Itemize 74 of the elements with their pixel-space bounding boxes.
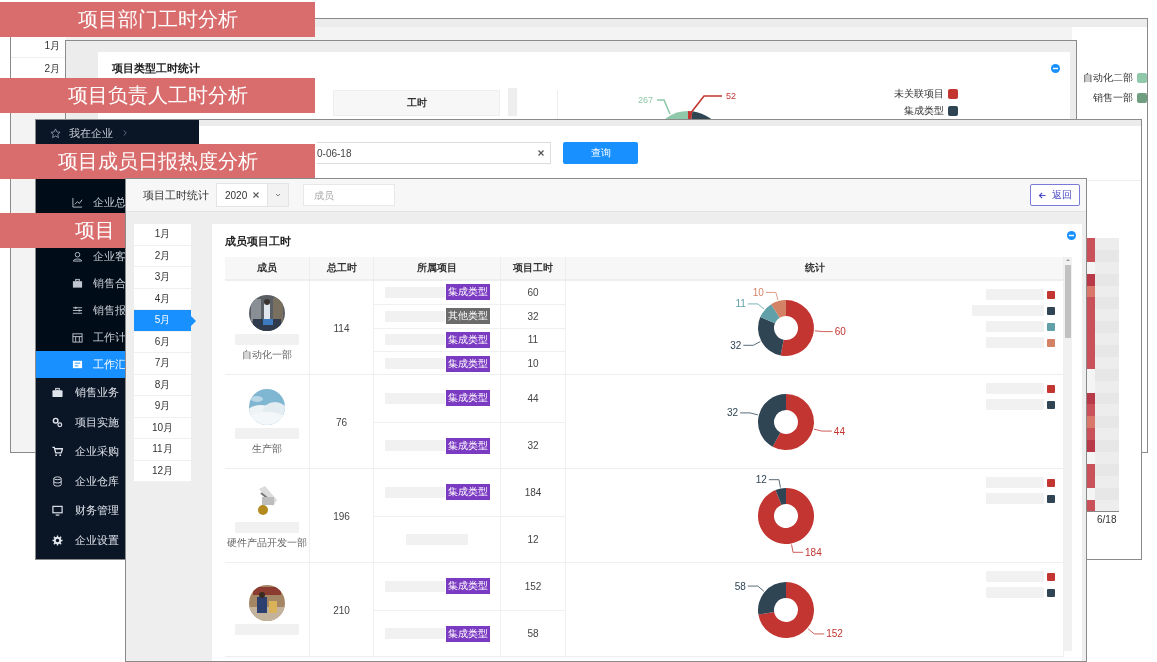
column-header: 工时 xyxy=(333,90,500,116)
data-label: 58 xyxy=(734,580,746,592)
type-tag: 集成类型 xyxy=(445,484,490,501)
sidebar-item[interactable]: 企业设置 xyxy=(36,525,126,555)
column-header: 项目工时 xyxy=(501,257,566,281)
sidebar-item[interactable]: 销售报 xyxy=(36,297,126,324)
data-label: 12 xyxy=(755,474,767,486)
legend-label: 未关联项目 xyxy=(894,87,944,101)
department-label: 自动化一部 xyxy=(242,347,292,362)
table-cell-text: 10 xyxy=(526,357,540,372)
table-cell: 11 xyxy=(501,328,565,353)
sidebar-item[interactable]: 项目实施 xyxy=(36,407,126,437)
table-cell: 210 xyxy=(310,563,374,657)
data-label: 267 xyxy=(637,95,653,105)
data-label: 152 xyxy=(826,628,843,640)
table-cell: 152 xyxy=(501,563,565,611)
data-label: 44 xyxy=(833,425,845,437)
back-button[interactable]: 返回 xyxy=(1030,184,1080,206)
department-label: 生产部 xyxy=(252,441,282,456)
type-tag: 集成类型 xyxy=(445,284,490,301)
table-cell: 196 xyxy=(310,469,374,563)
section-banner: 项目成员日报热度分析 xyxy=(0,144,315,179)
table-cell: 76 xyxy=(310,375,374,469)
month-item[interactable]: 1月 xyxy=(44,39,60,53)
data-label: 184 xyxy=(805,546,822,558)
type-tag: 集成类型 xyxy=(445,578,490,595)
type-tag: 集成类型 xyxy=(445,437,490,454)
column-header: 统计 xyxy=(566,257,1064,281)
type-tag: 集成类型 xyxy=(445,625,490,642)
data-label: 60 xyxy=(834,326,846,338)
card-title: 成员项目工时 xyxy=(225,233,291,249)
table-cell: 44 xyxy=(501,375,565,423)
table-cell: 184 xyxy=(501,469,565,517)
legend-label: 集成类型 xyxy=(904,104,944,118)
data-label: 10 xyxy=(752,286,764,298)
table-cell: 32 xyxy=(501,304,565,329)
data-label: 32 xyxy=(727,407,739,419)
sidebar-item[interactable]: 企业采购 xyxy=(36,437,126,467)
date-field[interactable]: 0-06-18 xyxy=(317,142,551,164)
data-label: 32 xyxy=(730,339,742,351)
year-select[interactable]: 2020 xyxy=(216,183,290,207)
sidebar-item[interactable]: 我在企业 xyxy=(36,122,199,144)
card-title: 项目类型工时统计 xyxy=(112,60,200,76)
sidebar-item[interactable]: 企业客 xyxy=(36,248,126,264)
table-cell: 114 xyxy=(310,281,374,375)
section-banner: 项目 xyxy=(0,213,125,248)
type-tag: 其他类型 xyxy=(445,308,490,325)
column-header: 所属项目 xyxy=(374,257,501,281)
table-cell: 60 xyxy=(501,281,565,305)
column-header: 成员 xyxy=(225,257,310,281)
member-field[interactable]: 成员 xyxy=(303,184,396,206)
month-item[interactable]: 2月 xyxy=(44,62,60,76)
data-label: 11 xyxy=(735,298,746,310)
axis-label: 6/18 xyxy=(1097,514,1118,526)
sidebar-item[interactable]: 企业总 xyxy=(36,189,126,216)
section-banner: 项目负责人工时分析 xyxy=(0,78,315,113)
type-tag: 集成类型 xyxy=(445,390,490,407)
column-header: 总工时 xyxy=(310,257,374,281)
sidebar-item[interactable]: 销售业务 xyxy=(36,378,126,408)
sidebar-item[interactable]: 销售合 xyxy=(36,270,126,297)
page-title: 项目工时统计 xyxy=(143,187,209,203)
type-tag: 集成类型 xyxy=(445,355,490,372)
table-cell-text: 58 xyxy=(526,627,540,642)
table-cell-text: 32 xyxy=(526,439,540,454)
data-label: 52 xyxy=(726,91,736,101)
type-tag: 集成类型 xyxy=(445,331,490,348)
table-cell-text: 12 xyxy=(526,533,540,548)
department-label: 硬件产品开发一部 xyxy=(227,535,307,550)
section-banner: 项目部门工时分析 xyxy=(0,2,315,37)
sidebar-item[interactable]: 财务管理 xyxy=(36,496,126,526)
sidebar-item[interactable]: 工作计 xyxy=(36,324,126,351)
legend-label: 销售一部 xyxy=(1093,91,1133,105)
legend-label: 自动化二部 xyxy=(1083,71,1133,85)
sidebar-item[interactable]: 企业仓库 xyxy=(36,466,126,496)
